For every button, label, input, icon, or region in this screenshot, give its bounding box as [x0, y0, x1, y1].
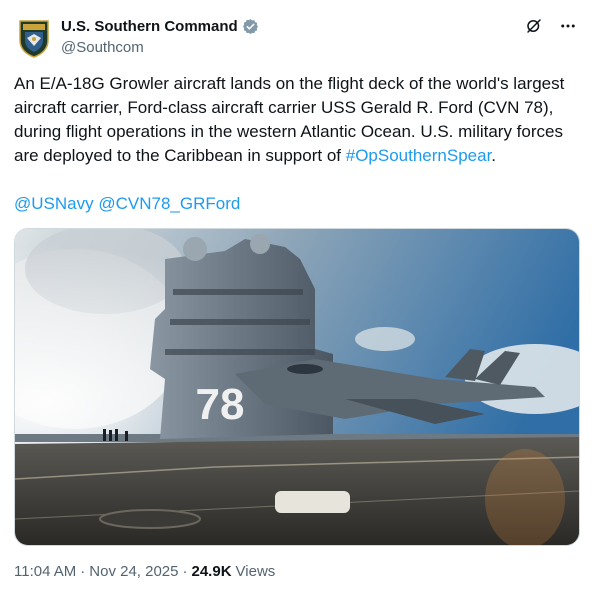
display-name[interactable]: U.S. Southern Command — [61, 18, 238, 35]
tweet-header: U.S. Southern Command @Southcom — [14, 14, 578, 64]
tweet-meta: 11:04 AM · Nov 24, 2025 · 24.9K Views — [14, 563, 275, 580]
tweet-photo[interactable]: 78 — [14, 228, 580, 546]
mention-link-cvn78[interactable]: @CVN78_GRFord — [98, 194, 240, 213]
meta-separator: · — [182, 563, 188, 580]
tweet-text: An E/A-18G Growler aircraft lands on the… — [14, 72, 580, 168]
mentions: @USNavy @CVN78_GRFord — [14, 192, 240, 216]
tweet-date[interactable]: Nov 24, 2025 — [89, 563, 178, 580]
meta-separator: · — [80, 563, 86, 580]
grok-icon[interactable] — [524, 16, 544, 36]
hashtag-link[interactable]: #OpSouthernSpear — [346, 146, 492, 165]
verified-badge-icon — [242, 18, 259, 35]
tweet-time[interactable]: 11:04 AM — [14, 563, 76, 580]
avatar[interactable] — [18, 18, 50, 58]
carrier-photo: 78 — [15, 229, 579, 545]
handle[interactable]: @Southcom — [61, 39, 144, 56]
views-count: 24.9K — [191, 563, 232, 580]
hull-number: 78 — [196, 380, 245, 429]
more-icon[interactable] — [558, 16, 578, 36]
southcom-crest-icon — [19, 20, 49, 58]
tweet-body-end: . — [491, 146, 497, 165]
mention-link-usnavy[interactable]: @USNavy — [14, 194, 94, 213]
views-label: Views — [235, 563, 276, 580]
